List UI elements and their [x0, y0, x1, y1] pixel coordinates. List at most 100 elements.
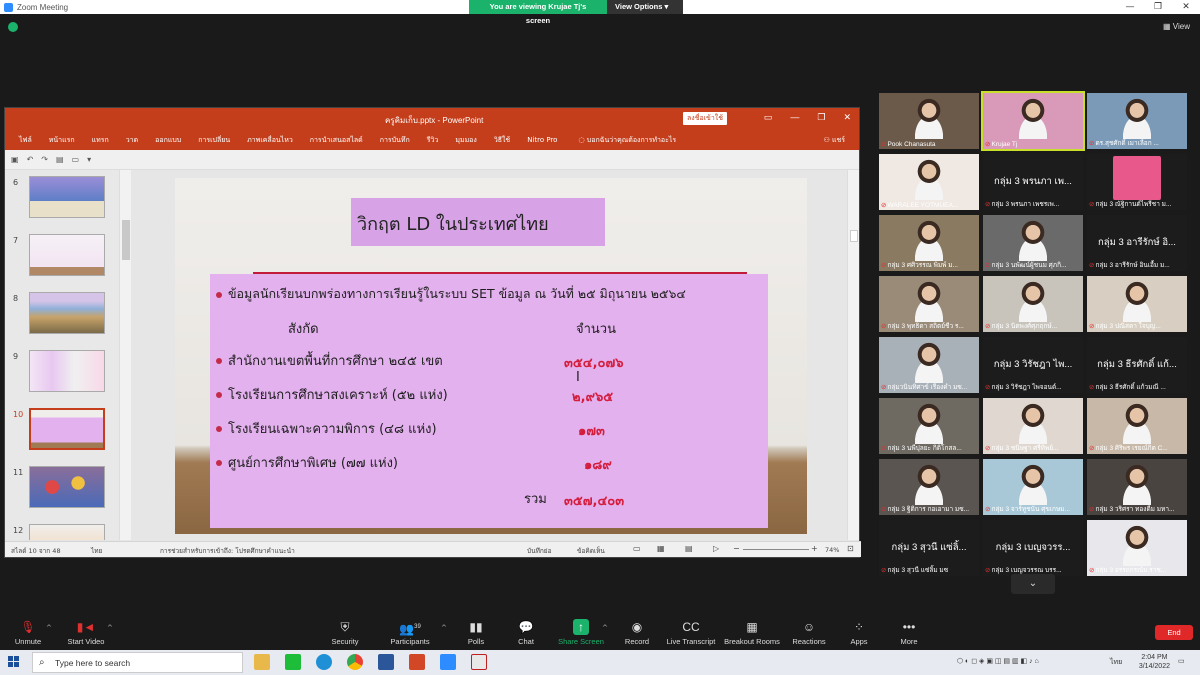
ppt-ribbon-display-icon[interactable]: ▭	[764, 112, 773, 123]
notifications-icon[interactable]: ▭	[1178, 657, 1185, 665]
slide-thumbnail[interactable]: 6	[5, 176, 123, 234]
slide-scroll-thumb[interactable]	[850, 230, 858, 242]
file-explorer-icon[interactable]	[254, 654, 270, 670]
participants-button[interactable]: 👥39 Participants	[378, 619, 442, 646]
maximize-button[interactable]: ❐	[1144, 0, 1172, 14]
close-window-button[interactable]: ✕	[1172, 0, 1200, 14]
participant-tile[interactable]: ⊘กลุ่ม 3 นพีปุลยะ กิติโกสล...	[879, 398, 979, 454]
share-button[interactable]: ⚇ แชร์	[823, 135, 845, 146]
end-meeting-button[interactable]: End	[1155, 625, 1193, 640]
present-icon[interactable]: ▤	[56, 155, 64, 164]
ppt-signin-button[interactable]: ลงชื่อเข้าใช้	[683, 112, 727, 125]
ribbon-tab[interactable]: การเปลี่ยน	[198, 135, 230, 146]
ribbon-tab[interactable]: รีวิว	[427, 135, 439, 146]
ribbon-tab[interactable]: ภาพเคลื่อนไหว	[247, 135, 293, 146]
ribbon-tab[interactable]: มุมมอง	[455, 135, 476, 146]
normal-view-icon[interactable]: ▭	[633, 544, 641, 553]
participant-tile[interactable]: ⊘กลุ่ม 3 พุทธิดา สถิตย์ชีว ร...	[879, 276, 979, 332]
language-indicator[interactable]: ไทย	[91, 546, 102, 556]
slide-thumbnail[interactable]: 8	[5, 292, 123, 350]
ribbon-tab[interactable]: Nitro Pro	[527, 136, 557, 144]
system-tray-icons[interactable]: ⬡ ◐ ◻ ◈ ▣ ◫ ▤ ▥ ◧ ♪ ⌂	[957, 657, 1039, 665]
zoom-slider[interactable]	[743, 549, 809, 550]
minimize-button[interactable]: —	[1116, 0, 1144, 14]
slide-thumbnail[interactable]: 7	[5, 234, 123, 292]
participant-tile[interactable]: กลุ่ม 3 อารีรักษ์ อิ... ⊘กลุ่ม 3 อารีรักษ…	[1087, 215, 1187, 271]
thumbnails-scroll-thumb[interactable]	[122, 220, 130, 260]
ribbon-tab[interactable]: ไฟล์	[19, 135, 32, 146]
slide-thumbnail[interactable]: 9	[5, 350, 123, 408]
video-options-caret-icon[interactable]: ^	[107, 624, 113, 632]
redo-icon[interactable]: ↷	[41, 155, 48, 164]
accessibility-status[interactable]: การช่วยสำหรับการเข้าถึง: โปรดศึกษาคำแนะน…	[160, 546, 295, 556]
taskbar-clock[interactable]: 2:04 PM 3/14/2022	[1139, 653, 1170, 671]
edge-browser-icon[interactable]	[316, 654, 332, 670]
powerpoint-app-icon[interactable]	[409, 654, 425, 670]
comments-button[interactable]: ข้อคิดเห็น	[577, 546, 605, 556]
open-folder-icon[interactable]: ▭	[72, 155, 80, 164]
ribbon-tab[interactable]: วิธีใช้	[494, 135, 510, 146]
zoom-in-icon[interactable]: +	[811, 544, 818, 553]
ribbon-tab[interactable]: แทรก	[92, 135, 109, 146]
reading-view-icon[interactable]: ▤	[685, 544, 693, 553]
zoom-app-icon[interactable]	[440, 654, 456, 670]
ppt-close-icon[interactable]: ✕	[843, 112, 851, 123]
ribbon-tab[interactable]: วาด	[126, 135, 138, 146]
participant-tile[interactable]: ⊘กลุ่ม 3 ศศิวรรณ พิมพ์ ม...	[879, 215, 979, 271]
participant-tile[interactable]: กลุ่ม 3 สุวนี แซ่ลิ้... ⊘กลุ่ม 3 สุวนี แซ…	[879, 520, 979, 576]
ribbon-tab[interactable]: การนำเสนอสไลด์	[310, 135, 363, 146]
participant-tile[interactable]: ⊘กลุ่ม 3 ศิริพร เรยณ์กิต C...	[1087, 398, 1187, 454]
tell-me-search[interactable]: ◌ บอกฉันว่าคุณต้องการทำอะไร	[578, 135, 676, 146]
slide-thumbnail-active[interactable]: 10	[5, 408, 123, 466]
audio-options-caret-icon[interactable]: ^	[46, 624, 52, 632]
windows-start-icon[interactable]	[8, 656, 20, 668]
word-app-icon[interactable]	[378, 654, 394, 670]
slide-scrollbar[interactable]	[847, 170, 859, 540]
participant-tile[interactable]: ⊘Krujae Tj	[981, 91, 1085, 151]
participant-tile[interactable]: กลุ่ม 3 เบญจวรร... ⊘กลุ่ม 3 เบญจวรรณ บรร.…	[983, 520, 1083, 576]
line-app-icon[interactable]	[285, 654, 301, 670]
zoom-out-icon[interactable]: −	[733, 544, 740, 553]
customize-qat-icon[interactable]: ▾	[87, 155, 91, 164]
input-language[interactable]: ไทย	[1110, 657, 1122, 668]
zoom-level[interactable]: 74%	[825, 546, 839, 554]
acrobat-app-icon[interactable]	[471, 654, 487, 670]
security-button[interactable]: ⛨ Security	[313, 619, 377, 646]
security-shield-icon[interactable]	[8, 22, 18, 32]
ppt-minimize-icon[interactable]: —	[790, 112, 799, 123]
undo-icon[interactable]: ↶	[27, 155, 34, 164]
participant-tile[interactable]: ⊘WARALEE YOTMUEA...	[879, 154, 979, 210]
ribbon-tab[interactable]: หน้าแรก	[49, 135, 75, 146]
view-options-button[interactable]: View Options ▾	[607, 0, 683, 14]
participant-tile[interactable]: ⊘กลุ่ม 3 ปณิสตา ใจบุญ...	[1087, 276, 1187, 332]
more-button[interactable]: ••• More	[877, 619, 941, 646]
slide-sorter-icon[interactable]: ▦	[657, 544, 665, 553]
taskbar-search-box[interactable]: ⌕ Type here to search	[32, 652, 243, 673]
slide-thumbnail[interactable]: 12	[5, 524, 123, 540]
fit-slide-icon[interactable]: ⊡	[847, 544, 854, 553]
gallery-next-page-button[interactable]: ⌄	[1011, 574, 1055, 594]
participant-tile[interactable]: ⊘กลุ่ม 3 นิตพงศ์ศุภฤกษ์...	[983, 276, 1083, 332]
breakout-rooms-button[interactable]: ▦ Breakout Rooms	[720, 619, 784, 646]
participant-tile[interactable]: ⊘กลุ่ม 3 ณัฐิกานต์ไพรีชา ม...	[1087, 154, 1187, 210]
notes-button[interactable]: บันทึกย่อ	[527, 546, 552, 556]
slideshow-icon[interactable]: ▷	[713, 544, 719, 553]
participant-tile[interactable]: ⊘กลุ่ม 3 อรรถกรณ์ม.ราช...	[1087, 520, 1187, 576]
participant-tile[interactable]: กลุ่ม 3 วิรัชฎา ไพ... ⊘กลุ่ม 3 วิรัชฎา ไพ…	[983, 337, 1083, 393]
ppt-restore-icon[interactable]: ❐	[817, 112, 825, 123]
participant-tile[interactable]: ⊘กลุ่ม 3 จาร์ทูชนัน ศุขเกษม...	[983, 459, 1083, 515]
participant-tile[interactable]: ⊘Pook Chanasuta	[879, 93, 979, 149]
participant-tile[interactable]: กลุ่ม 3 ธีรศักดิ์ แก้... ⊘กลุ่ม 3 ธีรศักด…	[1087, 337, 1187, 393]
slide-thumbnail[interactable]: 11	[5, 466, 123, 524]
participant-tile[interactable]: ⊘กลุ่ม 3 ชนิษฐา ศรีทิพย์...	[983, 398, 1083, 454]
participant-tile[interactable]: ⊘กลุ่ม 3 ฐิติการ กอเอามา มซ...	[879, 459, 979, 515]
chrome-browser-icon[interactable]	[347, 654, 363, 670]
save-icon[interactable]: ▣	[11, 155, 19, 164]
live-transcript-button[interactable]: CC Live Transcript	[659, 619, 723, 646]
participant-tile[interactable]: ⊘กลุ่มวนินทิศาข์ เรืองคำ มซ...	[879, 337, 979, 393]
current-slide[interactable]: วิกฤต LD ในประเทศไทย ข้อมูลนักเรียนบกพร่…	[175, 178, 807, 534]
view-button[interactable]: ▦ View	[1163, 22, 1190, 31]
participant-tile[interactable]: กลุ่ม 3 พรนภา เพ... ⊘กลุ่ม 3 พรนภา เพชรเพ…	[983, 154, 1083, 210]
participant-tile[interactable]: ⊘ดร.สุชศักดิ์ เมาเลือก ...	[1087, 93, 1187, 149]
ribbon-tab[interactable]: ออกแบบ	[155, 135, 181, 146]
